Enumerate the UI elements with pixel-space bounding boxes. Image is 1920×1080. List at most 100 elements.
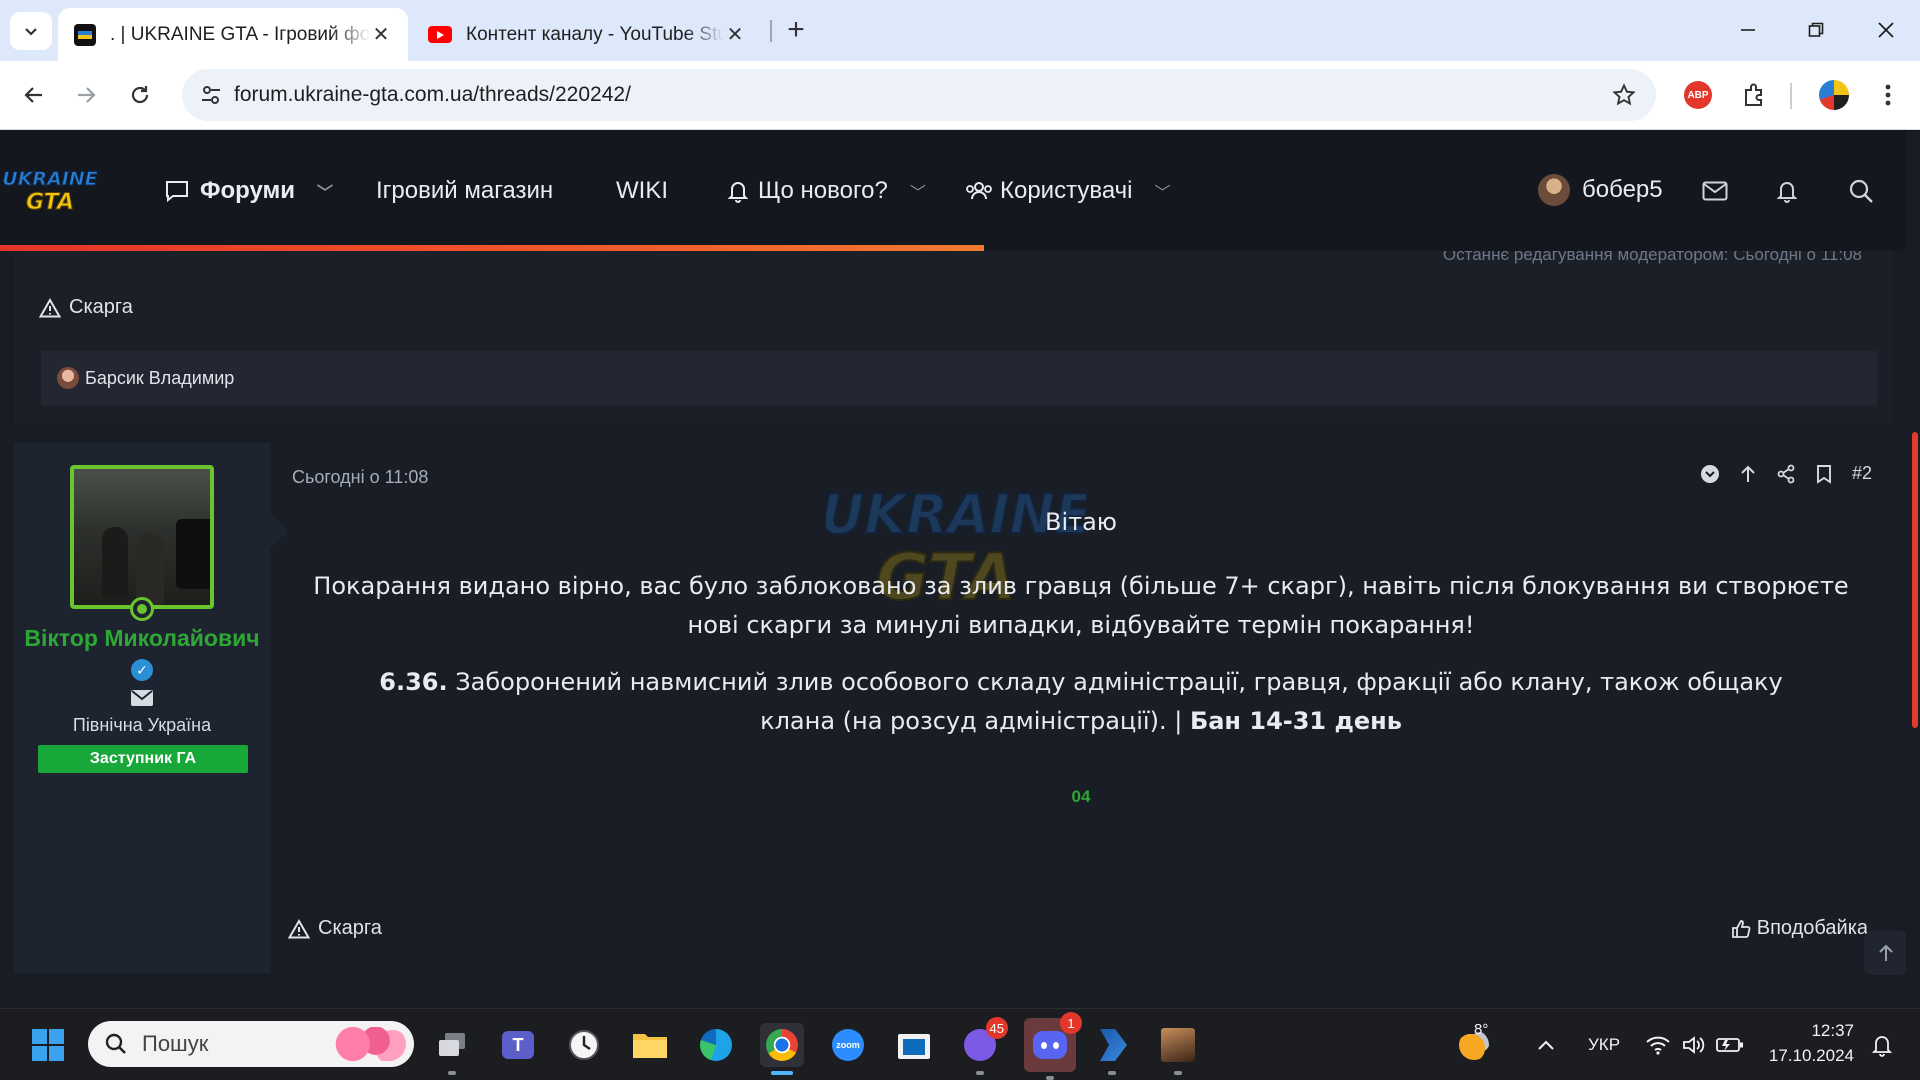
jump-up-button[interactable] (1738, 464, 1758, 484)
warning-icon (39, 297, 61, 317)
taskbar-store[interactable] (892, 1023, 936, 1067)
post-actions: #2 (1700, 463, 1872, 484)
author-rank-banner: Заступник ГА (38, 745, 248, 773)
tab-title: . | UKRAINE GTA - Ігровий форум (110, 23, 370, 45)
nav-users[interactable]: Користувачі ﹀ (964, 174, 1171, 208)
clock-icon (569, 1030, 599, 1060)
speaker-icon (1683, 1036, 1705, 1054)
bookmark-icon (1817, 464, 1831, 484)
nav-forums[interactable]: Форуми ﹀ (164, 174, 333, 208)
chevron-down-icon (25, 28, 37, 36)
chrome-icon (766, 1029, 798, 1061)
react-button[interactable] (1700, 464, 1720, 484)
thumbs-up-icon (1731, 919, 1751, 938)
tab-youtube-studio[interactable]: Контент каналу - YouTube Studio ✕ (412, 8, 762, 61)
taskbar-chrome[interactable] (760, 1023, 804, 1075)
start-button[interactable] (26, 1023, 70, 1067)
tab-separator (770, 20, 772, 42)
close-window-button[interactable] (1858, 10, 1914, 50)
weather-temperature: 8° (1474, 1021, 1489, 1038)
profile-button[interactable] (1812, 73, 1856, 117)
like-button[interactable]: Вподобайка (1731, 917, 1868, 940)
minimize-icon (1741, 29, 1755, 31)
scrollbar-thumb[interactable] (1912, 432, 1918, 728)
tab-ukraine-gta[interactable]: . | UKRAINE GTA - Ігровий форум ✕ (58, 8, 408, 61)
battery-icon (1716, 1038, 1743, 1052)
show-hidden-icons-button[interactable] (1524, 1023, 1568, 1067)
arrow-up-icon (1879, 944, 1893, 961)
minimize-button[interactable] (1720, 10, 1776, 50)
taskbar-discord[interactable]: 1 (1024, 1012, 1082, 1080)
forward-button[interactable] (64, 73, 108, 117)
browser-toolbar: forum.ukraine-gta.com.ua/threads/220242/… (0, 61, 1920, 130)
avatar[interactable] (70, 465, 214, 609)
report-link[interactable]: Скарга (288, 917, 382, 940)
scroll-to-top-button[interactable] (1864, 931, 1906, 975)
extensions-button[interactable] (1732, 73, 1776, 117)
nav-whats-new[interactable]: Що нового? ﹀ (726, 174, 926, 208)
input-language[interactable]: УКР (1588, 1035, 1620, 1055)
post-date[interactable]: Сьогодні о 11:08 (292, 467, 428, 488)
taskbar-game-launcher[interactable] (1090, 1023, 1134, 1075)
tab-search-button[interactable] (10, 12, 52, 50)
clock-time[interactable]: 12:37 (1782, 1021, 1854, 1041)
taskbar-search[interactable]: Пошук (88, 1021, 414, 1067)
search-placeholder: Пошук (142, 1031, 209, 1056)
share-button[interactable] (1776, 464, 1796, 484)
post-author-name[interactable]: Віктор Миколайович ✓ (14, 623, 270, 683)
taskbar-viber[interactable]: 45 (958, 1017, 1008, 1075)
report-label: Скарга (318, 917, 382, 939)
arrow-left-icon (24, 87, 42, 103)
teams-icon: T (502, 1031, 534, 1059)
store-icon (898, 1034, 930, 1059)
inbox-button[interactable] (1700, 176, 1730, 206)
taskbar-zoom[interactable]: zoom (826, 1023, 870, 1067)
rule-number: 6.36. (379, 668, 448, 696)
site-info-icon[interactable] (200, 84, 222, 106)
search-highlight-image (330, 1027, 406, 1061)
nav-store[interactable]: Ігровий магазин (376, 174, 553, 208)
taskbar-edge[interactable] (694, 1023, 738, 1067)
reload-button[interactable] (118, 73, 162, 117)
taskbar-game[interactable] (1156, 1023, 1200, 1075)
search-button[interactable] (1846, 176, 1876, 206)
envelope-icon[interactable] (130, 689, 154, 707)
chevron-down-icon: ﹀ (317, 185, 334, 202)
post-2: Віктор Миколайович ✓ Північна Україна За… (14, 443, 1892, 973)
clock-date[interactable]: 17.10.2024 (1760, 1046, 1854, 1066)
post-greeting: Вітаю (1044, 508, 1118, 536)
url-text: forum.ukraine-gta.com.ua/threads/220242/ (234, 83, 631, 106)
notifications-button[interactable] (1860, 1023, 1904, 1067)
ukraine-gta-logo[interactable]: UKRAINE GTA (2, 161, 98, 217)
post-author-panel: Віктор Миколайович ✓ Північна Україна За… (14, 443, 288, 973)
restore-button[interactable] (1788, 10, 1844, 50)
bookmark-button[interactable] (1814, 464, 1834, 484)
report-link[interactable]: Скарга (39, 296, 133, 319)
rule-text: Заборонений навмисний злив особового скл… (455, 668, 1783, 735)
viber-badge: 45 (985, 1017, 1008, 1039)
post-number-link[interactable]: #2 (1852, 463, 1872, 484)
taskbar-task-view[interactable] (430, 1023, 474, 1075)
adblock-extension[interactable]: ABP (1676, 73, 1720, 117)
chevron-circle-icon (1700, 464, 1719, 483)
taskbar-teams[interactable]: T (496, 1023, 540, 1067)
address-bar[interactable]: forum.ukraine-gta.com.ua/threads/220242/ (182, 69, 1656, 121)
liked-by-user[interactable]: Барсик Владимир (85, 368, 234, 389)
star-icon[interactable] (1612, 83, 1636, 107)
battery-status[interactable] (1708, 1023, 1752, 1067)
nav-wiki[interactable]: WIKI (616, 174, 668, 208)
nav-forums-label: Форуми (200, 177, 296, 204)
close-tab-icon[interactable]: ✕ (724, 22, 746, 47)
current-user-menu[interactable]: бобер5 (1538, 174, 1663, 206)
avatar (1538, 174, 1570, 206)
browser-menu-button[interactable] (1866, 73, 1910, 117)
taskbar-file-explorer[interactable] (628, 1023, 672, 1067)
alerts-button[interactable] (1772, 176, 1802, 206)
taskbar-clock-app[interactable] (562, 1023, 606, 1067)
folder-icon (633, 1034, 667, 1058)
new-tab-button[interactable]: + (778, 12, 814, 48)
back-button[interactable] (12, 73, 56, 117)
close-icon (1878, 22, 1894, 38)
post-signature: 04 (1071, 787, 1091, 806)
close-tab-icon[interactable]: ✕ (370, 22, 392, 47)
